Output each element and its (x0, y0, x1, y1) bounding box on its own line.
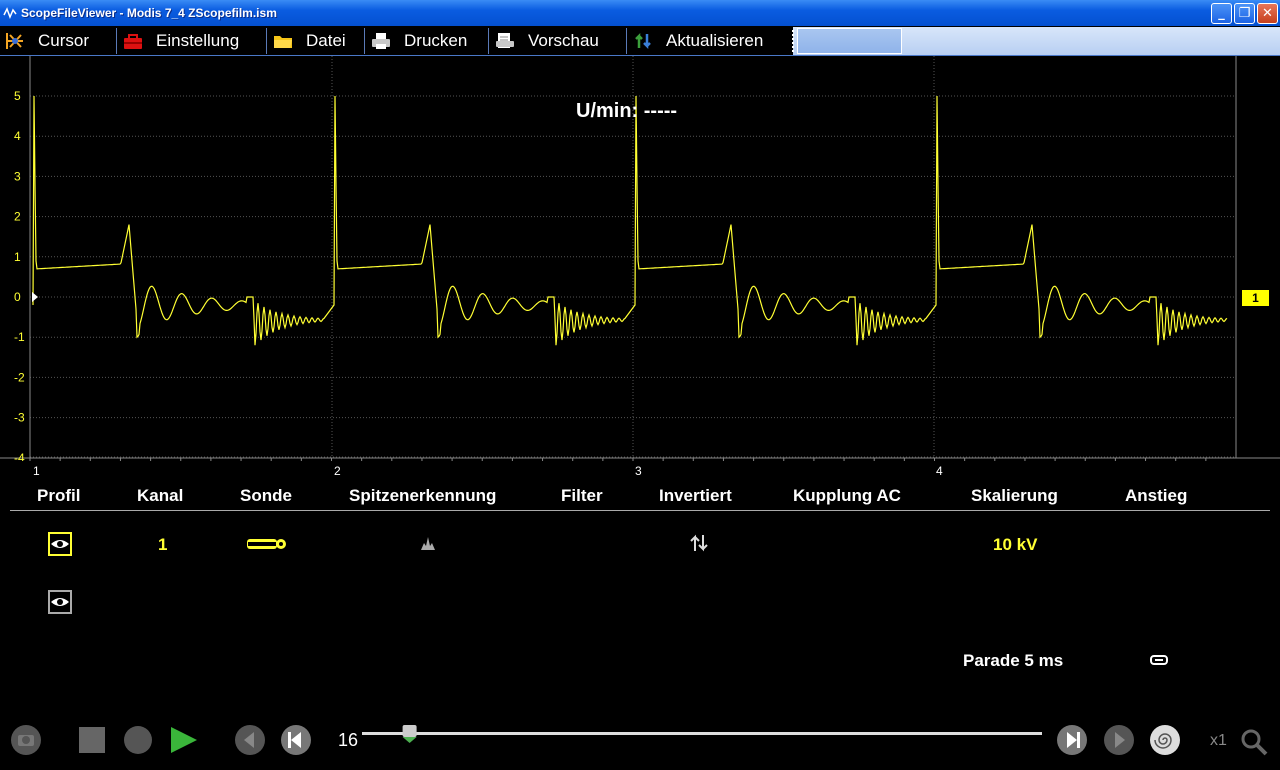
menu-separator (364, 28, 365, 54)
y-tick-label: 4 (14, 129, 21, 143)
menu-datei[interactable]: Datei (268, 26, 346, 56)
spiral-icon[interactable] (1149, 724, 1181, 756)
header-filter: Filter (561, 486, 603, 505)
menu-datei-label: Datei (306, 31, 346, 50)
menu-separator (266, 28, 267, 54)
timeline-slider[interactable] (362, 722, 1044, 750)
segment-label: 2 (334, 464, 341, 478)
y-tick-label: -4 (14, 451, 25, 461)
parade-link-icon[interactable] (1150, 655, 1168, 665)
y-tick-label: 0 (14, 290, 21, 304)
y-axis-ticks: 5 4 3 2 1 0 -1 -2 -3 -4 (14, 89, 25, 461)
camera-icon[interactable] (10, 724, 42, 756)
stop-icon[interactable] (78, 726, 106, 754)
peak-detect-icon[interactable] (420, 535, 436, 551)
play-icon[interactable] (168, 724, 200, 756)
menu-cursor-label: Cursor (38, 31, 90, 50)
menu-separator (488, 28, 489, 54)
menu-einstellung-label: Einstellung (156, 31, 240, 50)
menu-bar: Cursor Einstellung Datei Drucken Vorscha… (0, 26, 1280, 56)
previous-frame-icon[interactable] (234, 724, 266, 756)
zero-level-marker[interactable] (32, 292, 38, 302)
waveform-line (32, 95, 1228, 346)
magnifier-icon[interactable] (1240, 728, 1268, 756)
preview-icon (494, 31, 516, 51)
app-icon (3, 7, 17, 20)
menu-einstellung[interactable]: Einstellung (118, 26, 239, 56)
y-tick-label: -3 (14, 411, 25, 425)
segment-label: 3 (635, 464, 642, 478)
frame-counter: 16 (338, 730, 359, 750)
toolbar-blank-panel (797, 28, 902, 54)
menu-vorschau[interactable]: Vorschau (490, 26, 599, 56)
header-spitzenerkennung: Spitzenerkennung (349, 486, 497, 505)
scope-trace (32, 95, 1228, 346)
rpm-readout: U/min: ----- (576, 100, 678, 122)
menu-aktualisieren-label: Aktualisieren (666, 31, 764, 50)
header-sonde: Sonde (240, 486, 292, 505)
table-divider (10, 510, 1270, 511)
menu-drucken[interactable]: Drucken (366, 26, 467, 56)
parade-label: Parade 5 ms (963, 651, 1064, 670)
minimize-button[interactable]: _ (1211, 3, 1232, 24)
eye-profile-icon[interactable] (48, 590, 72, 614)
eye-profile-icon[interactable] (48, 532, 72, 556)
maximize-button[interactable]: ❐ (1234, 3, 1255, 24)
cursor-tool-icon (4, 31, 26, 51)
y-tick-label: 3 (14, 169, 21, 183)
header-kupplung-ac: Kupplung AC (793, 486, 901, 505)
channel-marker[interactable]: 1 (1242, 290, 1269, 306)
menu-separator (626, 28, 627, 54)
rewind-icon[interactable] (280, 724, 312, 756)
toolbar-grip[interactable] (792, 30, 795, 52)
menu-separator (116, 28, 117, 54)
menu-drucken-label: Drucken (404, 31, 468, 50)
segment-label: 1 (33, 464, 40, 478)
y-tick-label: 2 (14, 210, 21, 224)
menu-vorschau-label: Vorschau (528, 31, 599, 50)
channel-number: 1 (158, 535, 168, 554)
next-frame-icon[interactable] (1103, 724, 1135, 756)
menu-aktualisieren[interactable]: Aktualisieren (628, 26, 763, 56)
y-tick-label: 5 (14, 89, 21, 103)
slider-thumb[interactable] (402, 725, 417, 743)
segment-label: 4 (936, 464, 943, 478)
zoom-level: x1 (1210, 732, 1227, 749)
y-tick-label: -2 (14, 370, 25, 384)
window-title: ScopeFileViewer - Modis 7_4 ZScopefilm.i… (21, 6, 277, 20)
header-invertiert: Invertiert (659, 486, 732, 505)
close-button[interactable]: ✕ (1257, 3, 1278, 24)
toolbox-icon (122, 31, 144, 51)
folder-icon (272, 31, 294, 51)
refresh-icon (632, 31, 654, 51)
y-tick-label: -1 (14, 330, 25, 344)
fast-forward-icon[interactable] (1056, 724, 1088, 756)
menu-cursor[interactable]: Cursor (0, 26, 89, 56)
header-kanal: Kanal (137, 486, 184, 505)
y-tick-label: 1 (14, 250, 21, 264)
printer-icon (370, 31, 392, 51)
title-bar: ScopeFileViewer - Modis 7_4 ZScopefilm.i… (0, 0, 1280, 26)
probe-icon[interactable] (246, 537, 288, 551)
invert-icon[interactable] (689, 534, 709, 552)
header-profil: Profil (37, 486, 81, 505)
scaling-value: 10 kV (993, 535, 1038, 554)
header-skalierung: Skalierung (971, 486, 1058, 505)
header-anstieg: Anstieg (1125, 486, 1188, 505)
record-icon[interactable] (122, 724, 154, 756)
